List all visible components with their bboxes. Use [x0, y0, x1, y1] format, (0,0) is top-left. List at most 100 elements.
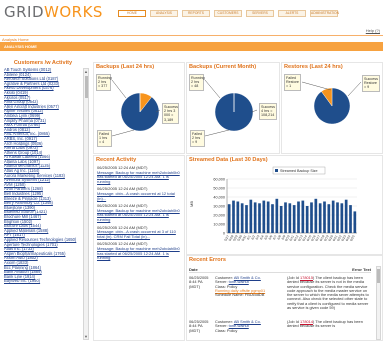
- error-info-cell: Customer: AB Smith & Co.Server: tone-wal…: [215, 320, 283, 333]
- help-link[interactable]: Help (?): [366, 28, 380, 33]
- bar: [275, 199, 278, 233]
- restores-title: Restores (Last 24 hrs): [282, 63, 382, 71]
- callout-leader-line: [348, 82, 361, 96]
- backups-month-title: Backups (Current Month): [187, 63, 279, 71]
- activity-message-link[interactable]: Message: cbin...A crash occurred at 12 t…: [97, 192, 181, 201]
- callout-leader-line: [302, 82, 331, 90]
- recent-activity-title: Recent Activity: [94, 156, 184, 164]
- error-zone: (MDT): [189, 329, 213, 333]
- bar: [310, 202, 313, 233]
- activity-item: 06/25/2005 12:24 AM (MDT)Message: Backup…: [97, 204, 181, 222]
- main-nav: HOME ANALYSIS REPORTS CUSTOMERS SERVERS ALERT…: [118, 10, 338, 17]
- bar: [280, 206, 283, 233]
- scroll-up-arrow-icon[interactable]: ▲: [84, 69, 88, 74]
- bar: [327, 204, 330, 233]
- customers-scrollbar[interactable]: ▲ ▼: [83, 68, 89, 340]
- bar: [228, 204, 231, 233]
- bar: [297, 202, 300, 234]
- bar: [340, 203, 343, 233]
- scroll-down-arrow-icon[interactable]: ▼: [84, 334, 88, 339]
- bar: [323, 202, 326, 234]
- recent-errors-panel: Recent Errors Date Error Text 06/25/2005…: [186, 255, 383, 341]
- pie-label-failed: Failed Restore = 1: [284, 74, 301, 91]
- nav-tab-home[interactable]: HOME: [118, 10, 146, 17]
- bar: [245, 205, 248, 233]
- y-tick-label: 50,000: [213, 187, 225, 191]
- backups-24h-title: Backups (Last 24 hrs): [94, 63, 184, 71]
- pie-label-success: Success 2 hrs 3 000 = 3,189: [162, 103, 179, 124]
- y-tick-label: 20,000: [213, 214, 225, 218]
- activity-message-link[interactable]: Message: Backup for machine meh2obdah0b0…: [97, 209, 181, 223]
- pie-label-running: Running 2 hrs = 377: [96, 74, 111, 91]
- callout-leader-line: [112, 130, 134, 136]
- activity-item: 06/25/2005 12:24 AM (MDT)Message: cbin..…: [97, 226, 181, 240]
- breadcrumb: Analysis Home: [0, 35, 383, 42]
- errors-scroll-thumb[interactable]: [377, 269, 380, 283]
- y-tick-label: 40,000: [213, 196, 225, 200]
- y-tick-label: 30,000: [213, 205, 225, 209]
- customers-list: AB Touch Systems (0012)Abilene (0124)Aer…: [4, 68, 80, 338]
- error-text-cell: (Job Id 178014) The client backup has be…: [287, 320, 371, 360]
- x-tick-label: 6/25: [349, 234, 356, 242]
- activity-message-link[interactable]: Message: cbin...A crash occurred at 3 of…: [97, 230, 181, 239]
- bar: [262, 201, 265, 233]
- bar: [332, 201, 335, 233]
- section-band: ANALYSIS HOME: [0, 42, 383, 51]
- pie-label-success: Success Restore = 9: [362, 75, 380, 92]
- bar: [232, 201, 235, 233]
- nav-tab-customers[interactable]: CUSTOMERS: [214, 10, 242, 17]
- nav-tab-alerts[interactable]: ALERTS: [278, 10, 306, 17]
- y-tick-label: 0: [223, 232, 225, 236]
- activity-message-link[interactable]: Message: Backup for machine meh2obdah0b0…: [97, 247, 181, 261]
- y-tick-label: 60,000: [213, 178, 225, 182]
- backups-24h-panel: Backups (Last 24 hrs) Running 2 hrs = 37…: [93, 62, 185, 154]
- error-date-cell: 06/25/20058:44 PA(MDT): [189, 276, 213, 289]
- activity-list: 06/25/2005 12:24 AM (MDT)Message: Backup…: [94, 166, 184, 261]
- pie-label-failed: Failed 1 hrs = 4: [97, 130, 112, 147]
- bar: [345, 200, 348, 233]
- bar: [249, 200, 252, 233]
- legend-label: Streamed Backup Size: [280, 169, 318, 173]
- error-class: Class: Policy: [215, 329, 283, 333]
- recent-activity-panel: Recent Activity 06/25/2005 12:24 AM (MDT…: [93, 155, 185, 341]
- recent-errors-title: Recent Errors: [187, 256, 382, 264]
- backups-month-panel: Backups (Current Month) Running 2 hrs = …: [186, 62, 280, 154]
- callout-leader-line: [112, 80, 126, 98]
- bar: [319, 203, 322, 233]
- bar: [241, 203, 244, 233]
- pie-label-success: Success 4 hrs = 108,214: [259, 103, 277, 120]
- customer-link[interactable]: BayWeb Inc. (1950): [4, 279, 80, 284]
- bar: [301, 201, 304, 233]
- y-tick-label: 10,000: [213, 223, 225, 227]
- error-info-cell: Customer: AB Smith & Co.Server: tone-wal…: [215, 276, 283, 297]
- top-bar: GRIDWORKS HOME ANALYSIS REPORTS CUSTOMERS SE…: [0, 0, 383, 22]
- legend-swatch: [275, 169, 278, 172]
- callout-leader-line: [205, 130, 229, 136]
- activity-message-link[interactable]: Message: Backup for machine meh2obdah0b0…: [97, 171, 181, 185]
- bar: [267, 202, 270, 234]
- y-axis-label: MB: [189, 201, 194, 207]
- bar: [258, 203, 261, 233]
- restores-panel: Restores (Last 24 hrs) Failed Restore = …: [281, 62, 383, 154]
- activity-item: 06/25/2005 12:24 AM (MDT)Message: cbin..…: [97, 187, 181, 201]
- bar: [254, 202, 257, 233]
- customers-title: Customers /w Activity: [7, 59, 79, 67]
- gridworks-logo[interactable]: GRIDWORKS: [4, 3, 103, 21]
- section-band-title: ANALYSIS HOME: [4, 44, 37, 49]
- bar: [293, 205, 296, 233]
- scroll-thumb[interactable]: [85, 76, 88, 98]
- nav-tab-servers[interactable]: SERVERS: [246, 10, 274, 17]
- nav-tab-analysis[interactable]: ANALYSIS: [150, 10, 178, 17]
- error-zone: (MDT): [189, 285, 213, 289]
- nav-tab-reports[interactable]: REPORTS: [182, 10, 210, 17]
- pie-label-failed: Failed 2 hrs = 9: [190, 130, 205, 147]
- bar: [284, 202, 287, 233]
- nav-tab-administration[interactable]: ADMINISTRATION: [310, 10, 338, 17]
- pie-label-running: Running 2 hrs = 48: [189, 74, 204, 91]
- activity-item: 06/25/2005 12:24 AM (MDT)Message: Backup…: [97, 242, 181, 260]
- bar: [349, 205, 352, 233]
- error-text-cell: (Job Id 178015) The client backup has be…: [287, 276, 371, 316]
- errors-table-header: Date Error Text: [189, 267, 371, 273]
- bar: [236, 202, 239, 234]
- errors-scrollbar[interactable]: [376, 266, 381, 340]
